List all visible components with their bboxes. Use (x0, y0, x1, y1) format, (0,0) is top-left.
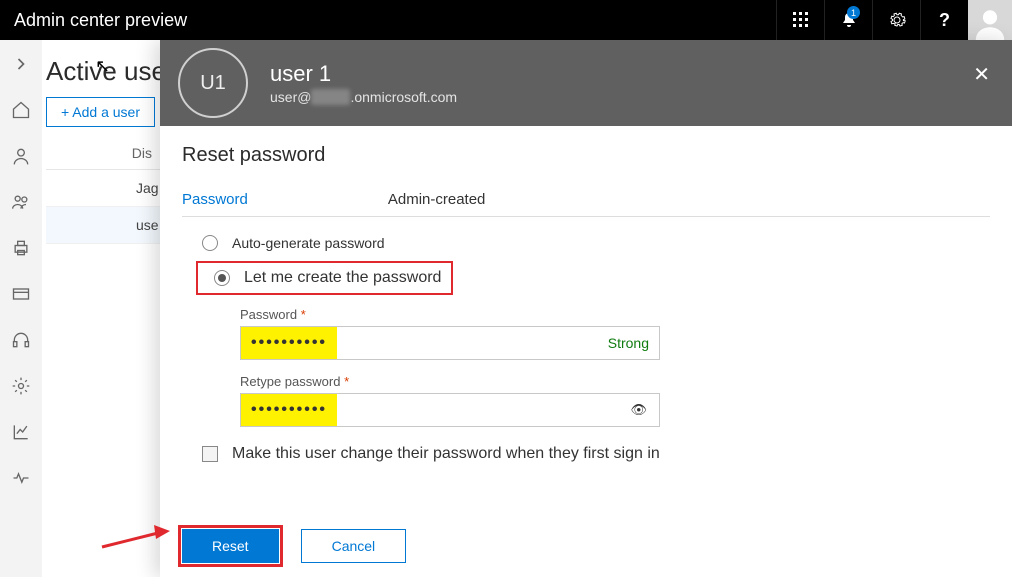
option-auto-generate[interactable]: Auto-generate password (202, 235, 990, 251)
flyout-panel: U1 user 1 user@xxxxx.onmicrosoft.com ✕ R… (160, 40, 1012, 577)
panel-title: Reset password (182, 144, 990, 167)
app-launcher-icon[interactable] (776, 0, 824, 40)
user-icon[interactable] (11, 146, 31, 166)
annotation-arrow-icon (100, 523, 170, 553)
checkbox-icon[interactable] (202, 446, 218, 462)
notification-badge: 1 (847, 6, 860, 19)
reveal-password-icon[interactable]: 👁 (630, 402, 647, 418)
password-field-group: Password * •••••••••• Strong (240, 307, 990, 360)
reset-button[interactable]: Reset (182, 529, 279, 563)
user-email: user@xxxxx.onmicrosoft.com (270, 89, 457, 105)
cancel-button[interactable]: Cancel (301, 529, 407, 563)
tab-method-value: Admin-created (388, 191, 486, 208)
user-display-name: user 1 (270, 61, 457, 87)
password-value-mask: •••••••••• (241, 394, 337, 426)
top-bar: Admin center preview 1 ? (0, 0, 1012, 40)
help-icon[interactable]: ? (920, 0, 968, 40)
panel-body: Reset password Password Admin-created Au… (160, 126, 1012, 463)
left-nav-rail (0, 40, 42, 577)
notifications-icon[interactable]: 1 (824, 0, 872, 40)
user-avatar-icon[interactable] (968, 0, 1012, 40)
settings-gear-icon[interactable] (872, 0, 920, 40)
gear-icon[interactable] (11, 376, 31, 396)
reports-icon[interactable] (11, 422, 31, 442)
add-user-button[interactable]: + Add a user (46, 97, 155, 127)
app-title: Admin center preview (0, 10, 776, 31)
groups-icon[interactable] (11, 192, 31, 212)
chevron-right-icon[interactable] (11, 54, 31, 74)
headset-icon[interactable] (11, 330, 31, 350)
radio-icon[interactable] (214, 270, 230, 286)
close-icon[interactable]: ✕ (973, 62, 990, 87)
retype-password-field-group: Retype password * •••••••••• 👁 (240, 374, 990, 427)
password-input[interactable]: •••••••••• Strong (240, 326, 660, 360)
card-icon[interactable] (11, 284, 31, 304)
option-manual-create[interactable]: Let me create the password (196, 261, 453, 295)
home-icon[interactable] (11, 100, 31, 120)
password-strength-label: Strong (608, 335, 649, 351)
property-row: Password Admin-created (182, 191, 990, 217)
tab-password[interactable]: Password (182, 191, 248, 208)
health-icon[interactable] (11, 468, 31, 488)
retype-password-input[interactable]: •••••••••• 👁 (240, 393, 660, 427)
password-value-mask: •••••••••• (241, 327, 337, 359)
panel-header: U1 user 1 user@xxxxx.onmicrosoft.com ✕ (160, 40, 1012, 126)
panel-actions: Reset Cancel (182, 529, 406, 563)
topbar-icons: 1 ? (776, 0, 1012, 40)
user-initials-avatar: U1 (178, 48, 248, 118)
force-change-checkbox-row[interactable]: Make this user change their password whe… (202, 445, 990, 463)
print-icon[interactable] (11, 238, 31, 258)
col-display-name: Dis (132, 145, 152, 161)
radio-icon[interactable] (202, 235, 218, 251)
